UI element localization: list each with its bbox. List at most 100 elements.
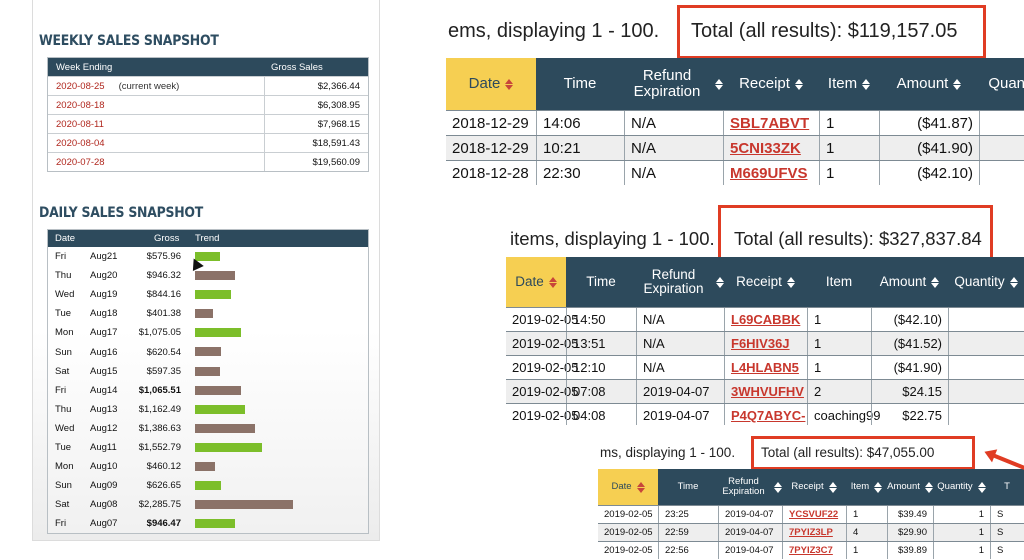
- amount-cell: ($42.10): [871, 308, 948, 331]
- receipt-link[interactable]: SBL7ABVT: [730, 115, 809, 132]
- sort-arrows-icon[interactable]: [862, 79, 870, 90]
- day-name: Sat: [55, 499, 70, 511]
- receipt-cell[interactable]: F6HIV36J: [724, 332, 807, 355]
- refund-expiration-value: N/A: [631, 139, 657, 157]
- trend-bar: [195, 519, 235, 529]
- sort-arrows-icon[interactable]: [637, 482, 645, 493]
- weekly-sales-table: Week Ending Gross Sales 2020-08-25 (curr…: [47, 57, 369, 172]
- column-header-refund-expiration[interactable]: Refund Expiration: [718, 469, 782, 505]
- week-date-link[interactable]: 2020-08-11: [56, 119, 104, 130]
- transactions-panel-3: ms, displaying 1 - 100. Total (all resul…: [598, 432, 1024, 560]
- receipt-cell[interactable]: 3WHVUFHV: [724, 380, 807, 403]
- receipt-cell[interactable]: YCSVUF22: [782, 506, 846, 523]
- amount-value: ($42.10): [917, 164, 973, 182]
- time-cell: 22:56: [658, 542, 718, 559]
- canvas: WEEKLY SALES SNAPSHOT Week Ending Gross …: [0, 0, 1024, 560]
- day-date: Aug17: [90, 327, 118, 339]
- week-date-link[interactable]: 2020-08-25: [56, 81, 105, 92]
- column-header-time[interactable]: Time: [658, 469, 718, 505]
- amount-value: $39.89: [897, 545, 927, 556]
- receipt-cell[interactable]: M669UFVS: [723, 161, 819, 185]
- sort-arrows-icon[interactable]: [716, 277, 724, 288]
- week-date-link[interactable]: 2020-08-04: [56, 138, 105, 149]
- column-header-time[interactable]: Time: [536, 58, 624, 110]
- sort-arrows-icon[interactable]: [953, 79, 961, 90]
- column-header-amount[interactable]: Amount: [887, 469, 933, 505]
- total-results: Total (all results): $47,055.00: [761, 445, 935, 460]
- sort-arrows-icon[interactable]: [978, 482, 986, 493]
- receipt-link[interactable]: M669UFVS: [730, 165, 808, 182]
- sort-arrows-icon[interactable]: [549, 277, 557, 288]
- receipt-link[interactable]: F6HIV36J: [731, 336, 790, 351]
- column-header-item[interactable]: Item: [807, 257, 871, 307]
- column-header-receipt[interactable]: Receipt: [724, 257, 807, 307]
- column-header-type[interactable]: T: [990, 469, 1024, 505]
- sort-arrows-icon[interactable]: [874, 482, 882, 493]
- receipt-link[interactable]: 3WHVUFHV: [731, 384, 804, 399]
- column-header-quantity[interactable]: Quantity: [933, 469, 990, 505]
- item-value: 1: [814, 360, 822, 375]
- gross-sales-cell: $19,560.09: [312, 156, 360, 168]
- time-value: 22:56: [665, 545, 689, 556]
- receipt-link[interactable]: YCSVUF22: [789, 509, 838, 520]
- receipt-cell[interactable]: 7PYIZ3C7: [782, 542, 846, 559]
- column-header-label: Time: [563, 75, 597, 93]
- receipt-link[interactable]: 5CNI33ZK: [730, 140, 801, 157]
- column-header-amount[interactable]: Amount: [871, 257, 948, 307]
- receipt-link[interactable]: 7PYIZ3C7: [789, 545, 833, 556]
- receipt-cell[interactable]: 7PYIZ3LP: [782, 524, 846, 541]
- refund-expiration-value: 2019-04-07: [725, 527, 774, 538]
- sort-arrows-icon[interactable]: [1010, 277, 1018, 288]
- item-cell: 1: [819, 111, 879, 135]
- type-value: S: [997, 509, 1004, 520]
- column-header-date[interactable]: Date: [598, 469, 658, 505]
- column-header-amount[interactable]: Amount: [879, 58, 979, 110]
- sort-arrows-icon[interactable]: [774, 482, 782, 493]
- receipt-cell[interactable]: 5CNI33ZK: [723, 136, 819, 160]
- sort-arrows-icon[interactable]: [931, 277, 939, 288]
- column-header-time[interactable]: Time: [566, 257, 636, 307]
- sort-arrows-icon[interactable]: [795, 79, 803, 90]
- column-header-label: Amount: [896, 75, 949, 93]
- refund-expiration-value: N/A: [643, 336, 665, 351]
- column-header-receipt[interactable]: Receipt: [782, 469, 846, 505]
- time-cell: 04:08: [566, 404, 636, 425]
- week-date-link[interactable]: 2020-07-28: [56, 157, 105, 168]
- refund-expiration-value: 2019-04-07: [643, 408, 710, 423]
- sort-arrows-icon[interactable]: [505, 79, 513, 90]
- column-header-quantity[interactable]: Quantit: [979, 58, 1024, 110]
- sort-arrows-icon[interactable]: [829, 482, 837, 493]
- day-date: Aug07: [90, 518, 118, 530]
- trend-bar: [195, 500, 293, 510]
- receipt-link[interactable]: L69CABBK: [731, 312, 800, 327]
- receipt-cell[interactable]: SBL7ABVT: [723, 111, 819, 135]
- receipt-cell[interactable]: P4Q7ABYC-: [724, 404, 807, 425]
- sort-arrows-icon[interactable]: [787, 277, 795, 288]
- receipt-cell[interactable]: L4HLABN5: [724, 356, 807, 379]
- day-name: Sun: [55, 346, 72, 358]
- column-header-item[interactable]: Item: [846, 469, 887, 505]
- column-header-refund-expiration[interactable]: Refund Expiration: [636, 257, 724, 307]
- receipt-link[interactable]: L4HLABN5: [731, 360, 799, 375]
- daily-row: Sat Aug15 $597.35: [48, 362, 368, 381]
- receipt-cell[interactable]: L69CABBK: [724, 308, 807, 331]
- sort-arrows-icon[interactable]: [925, 482, 933, 493]
- daily-row: Mon Aug17 $1,075.05: [48, 323, 368, 342]
- column-header-receipt[interactable]: Receipt: [723, 58, 819, 110]
- receipt-link[interactable]: P4Q7ABYC-: [731, 408, 805, 423]
- column-header-date[interactable]: Date: [506, 257, 566, 307]
- column-header-label: Date: [468, 75, 501, 93]
- column-header-date[interactable]: Date: [446, 58, 536, 110]
- quantity-cell: [979, 136, 1024, 160]
- week-date-link[interactable]: 2020-08-18: [56, 100, 105, 111]
- receipt-link[interactable]: 7PYIZ3LP: [789, 527, 833, 538]
- column-header-refund-expiration[interactable]: Refund Expiration: [624, 58, 723, 110]
- table-row: 2018-12-28 22:30 N/A M669UFVS 1 ($42.10): [446, 160, 1024, 185]
- refund-expiration-cell: N/A: [636, 332, 724, 355]
- column-header-quantity[interactable]: Quantity: [948, 257, 1024, 307]
- time-cell: 07:08: [566, 380, 636, 403]
- total-results: Total (all results): $327,837.84: [734, 228, 982, 249]
- week-ending-cell: 2020-08-25 (current week): [48, 77, 265, 95]
- sort-arrows-icon[interactable]: [715, 79, 723, 90]
- column-header-item[interactable]: Item: [819, 58, 879, 110]
